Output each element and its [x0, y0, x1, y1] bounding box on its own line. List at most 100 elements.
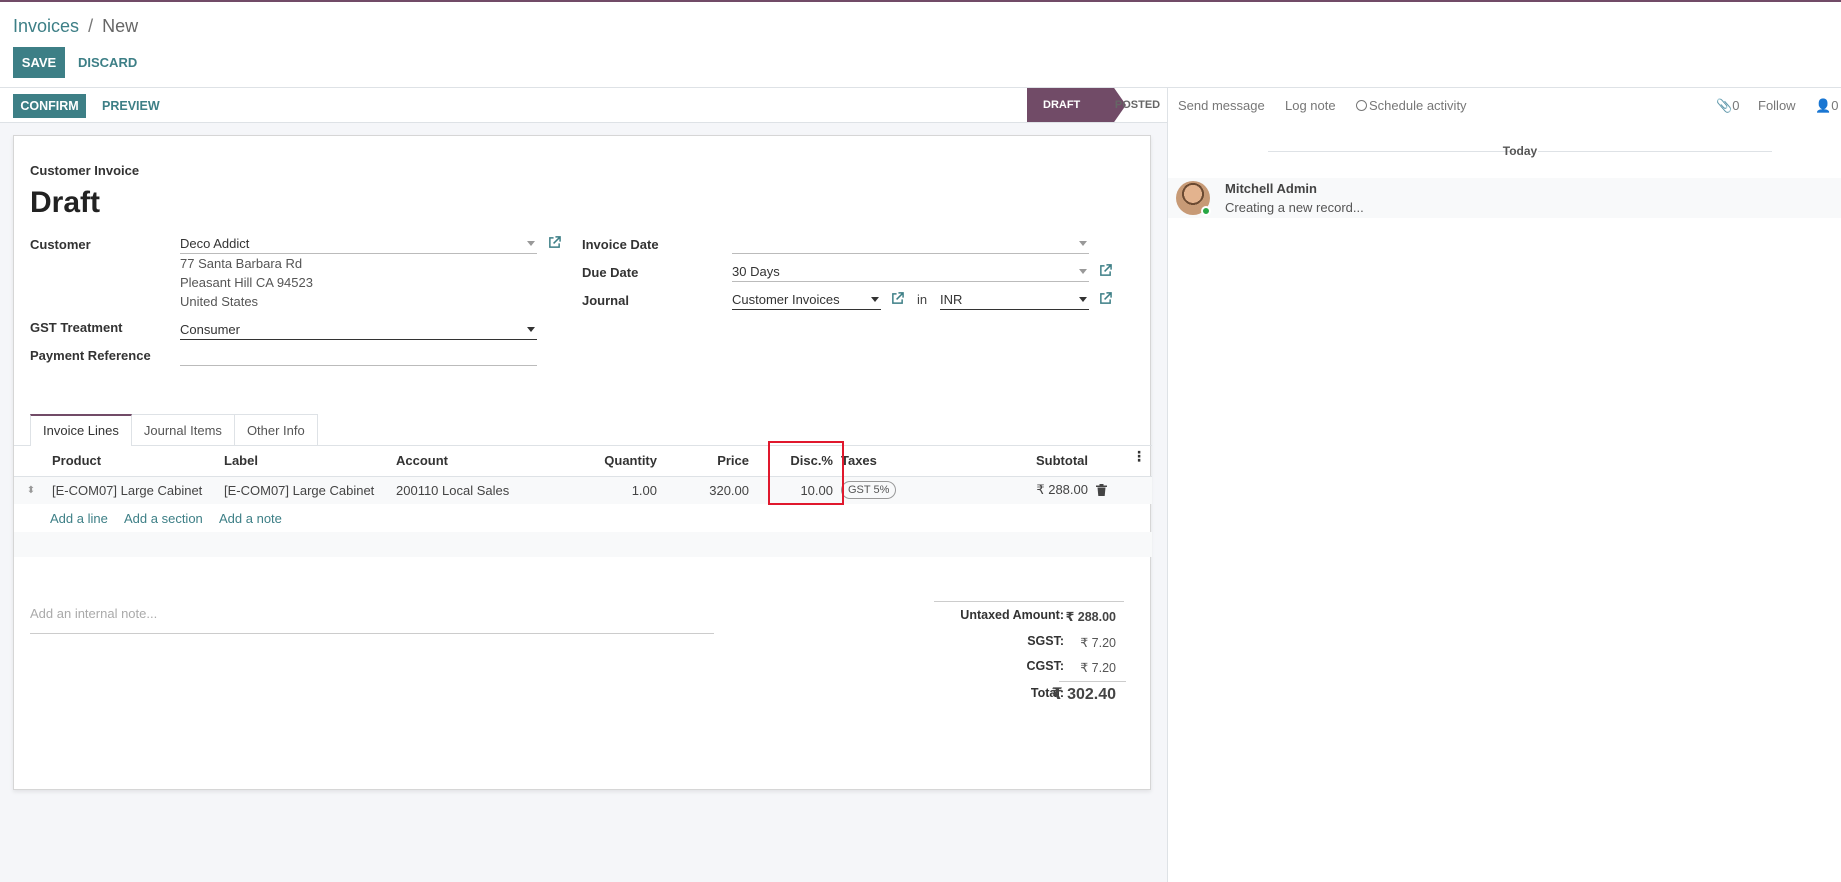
column-header-subtotal[interactable]: Subtotal — [997, 446, 1092, 477]
preview-button[interactable]: PREVIEW — [96, 94, 166, 118]
date-separator: Today — [1168, 144, 1841, 158]
follow-button[interactable]: Follow — [1758, 98, 1796, 113]
gst-treatment-select[interactable]: Consumer — [180, 320, 537, 340]
add-section-link[interactable]: Add a section — [124, 511, 203, 526]
address-line-2: Pleasant Hill CA 94523 — [180, 275, 313, 290]
chatter-message: Mitchell Admin Creating a new record... — [1168, 178, 1841, 218]
external-link-icon[interactable] — [548, 236, 561, 249]
handle-column-header — [14, 446, 48, 477]
cell-subtotal: ₹ 288.00 — [997, 476, 1092, 504]
table-row[interactable]: ⬍ [E-COM07] Large Cabinet [E-COM07] Larg… — [14, 476, 1152, 504]
currency-select[interactable]: INR — [940, 290, 1089, 310]
stage-posted[interactable]: POSTED — [1108, 88, 1167, 122]
page-title: Draft — [30, 186, 101, 219]
external-link-icon[interactable] — [1099, 292, 1112, 305]
chevron-down-icon — [1079, 241, 1087, 246]
journal-select[interactable]: Customer Invoices — [732, 290, 881, 310]
followers-count: 0 — [1831, 98, 1839, 113]
cgst-label: CGST: — [1026, 659, 1065, 673]
chevron-down-icon — [527, 327, 535, 332]
chevron-down-icon — [527, 241, 535, 246]
send-message-button[interactable]: Send message — [1178, 98, 1265, 113]
customer-address: 77 Santa Barbara Rd Pleasant Hill CA 945… — [180, 254, 313, 311]
total-value: ₹ 302.40 — [1051, 686, 1116, 703]
breadcrumb-current: New — [102, 16, 139, 36]
add-note-link[interactable]: Add a note — [219, 511, 282, 526]
journal-label: Journal — [582, 293, 629, 308]
cell-price[interactable]: 320.00 — [661, 476, 753, 504]
totals-divider — [934, 601, 1124, 602]
column-header-product[interactable]: Product — [48, 446, 220, 477]
empty-row — [14, 532, 1152, 557]
clock-icon — [1356, 100, 1367, 111]
internal-note-placeholder: Add an internal note... — [30, 606, 158, 621]
untaxed-amount-value: ₹ 288.00 — [1065, 610, 1116, 624]
attachments-button[interactable]: 📎0 — [1716, 98, 1739, 114]
tab-journal-items[interactable]: Journal Items — [130, 414, 235, 446]
cell-label[interactable]: [E-COM07] Large Cabinet — [220, 476, 392, 504]
payment-reference-input[interactable] — [180, 346, 537, 366]
customer-field[interactable]: Deco Addict — [180, 234, 537, 254]
optional-columns-toggle[interactable]: ⋮ — [1092, 446, 1152, 477]
chevron-down-icon — [871, 297, 879, 302]
column-header-label[interactable]: Label — [220, 446, 392, 477]
schedule-activity-button[interactable]: Schedule activity — [1356, 98, 1467, 113]
breadcrumb: Invoices / New — [13, 16, 138, 37]
discard-button[interactable]: DISCARD — [72, 47, 143, 78]
customer-value: Deco Addict — [180, 236, 250, 251]
untaxed-amount-label: Untaxed Amount: — [960, 608, 1064, 622]
chatter-topbar: Send message Log note Schedule activity … — [1168, 88, 1841, 123]
column-header-quantity[interactable]: Quantity — [557, 446, 661, 477]
tab-invoice-lines[interactable]: Invoice Lines — [30, 414, 132, 446]
cell-product[interactable]: [E-COM07] Large Cabinet — [48, 476, 220, 504]
total-divider — [1059, 681, 1126, 682]
cell-account[interactable]: 200110 Local Sales — [392, 476, 557, 504]
due-date-label: Due Date — [582, 265, 639, 280]
cell-delete[interactable] — [1092, 476, 1152, 504]
kebab-menu-icon[interactable]: ⋮ — [1132, 449, 1146, 463]
due-date-select[interactable]: 30 Days — [732, 262, 1089, 282]
paperclip-icon: 📎 — [1716, 98, 1733, 113]
column-header-account[interactable]: Account — [392, 446, 557, 477]
column-header-price[interactable]: Price — [661, 446, 753, 477]
message-body: Creating a new record... — [1225, 200, 1364, 215]
external-link-icon[interactable] — [891, 292, 904, 305]
cell-quantity[interactable]: 1.00 — [557, 476, 661, 504]
column-header-discount[interactable]: Disc.% — [753, 446, 837, 477]
sgst-value: ₹ 7.20 — [1080, 636, 1116, 650]
customer-label: Customer — [30, 237, 91, 252]
statusbar: CONFIRM PREVIEW DRAFT POSTED — [0, 88, 1167, 123]
save-button[interactable]: SAVE — [13, 47, 65, 78]
chevron-down-icon — [1079, 297, 1087, 302]
document-type-label: Customer Invoice — [30, 163, 140, 178]
schedule-activity-label: Schedule activity — [1369, 98, 1467, 113]
attachments-count: 0 — [1732, 98, 1740, 113]
message-author[interactable]: Mitchell Admin — [1225, 181, 1317, 196]
drag-handle-icon[interactable]: ⬍ — [14, 476, 48, 504]
confirm-button[interactable]: CONFIRM — [13, 94, 86, 118]
form-area: CONFIRM PREVIEW DRAFT POSTED Customer In… — [0, 88, 1167, 882]
breadcrumb-invoices-link[interactable]: Invoices — [13, 16, 79, 36]
control-panel: Invoices / New SAVE DISCARD — [0, 2, 1841, 88]
column-header-taxes[interactable]: Taxes — [837, 446, 997, 477]
tab-other-info[interactable]: Other Info — [233, 414, 318, 446]
external-link-icon[interactable] — [1099, 264, 1112, 277]
separator-line — [1538, 151, 1772, 152]
gst-treatment-label: GST Treatment — [30, 320, 123, 335]
cell-taxes[interactable]: GST 5% — [837, 476, 997, 504]
followers-button[interactable]: 👤0 — [1815, 98, 1838, 114]
due-date-value: 30 Days — [732, 264, 780, 279]
separator-line — [1268, 151, 1518, 152]
sgst-label: SGST: — [1027, 634, 1064, 648]
cell-discount[interactable]: 10.00 — [753, 476, 837, 504]
trash-icon[interactable] — [1096, 484, 1107, 497]
address-line-1: 77 Santa Barbara Rd — [180, 256, 303, 271]
log-note-button[interactable]: Log note — [1285, 98, 1336, 113]
invoice-date-input[interactable] — [732, 234, 1089, 254]
internal-note-input[interactable]: Add an internal note... — [30, 606, 714, 634]
chevron-down-icon — [1079, 269, 1087, 274]
journal-in-label: in — [917, 292, 928, 307]
invoice-date-label: Invoice Date — [582, 237, 659, 252]
online-status-icon — [1201, 206, 1211, 216]
add-line-link[interactable]: Add a line — [50, 511, 108, 526]
